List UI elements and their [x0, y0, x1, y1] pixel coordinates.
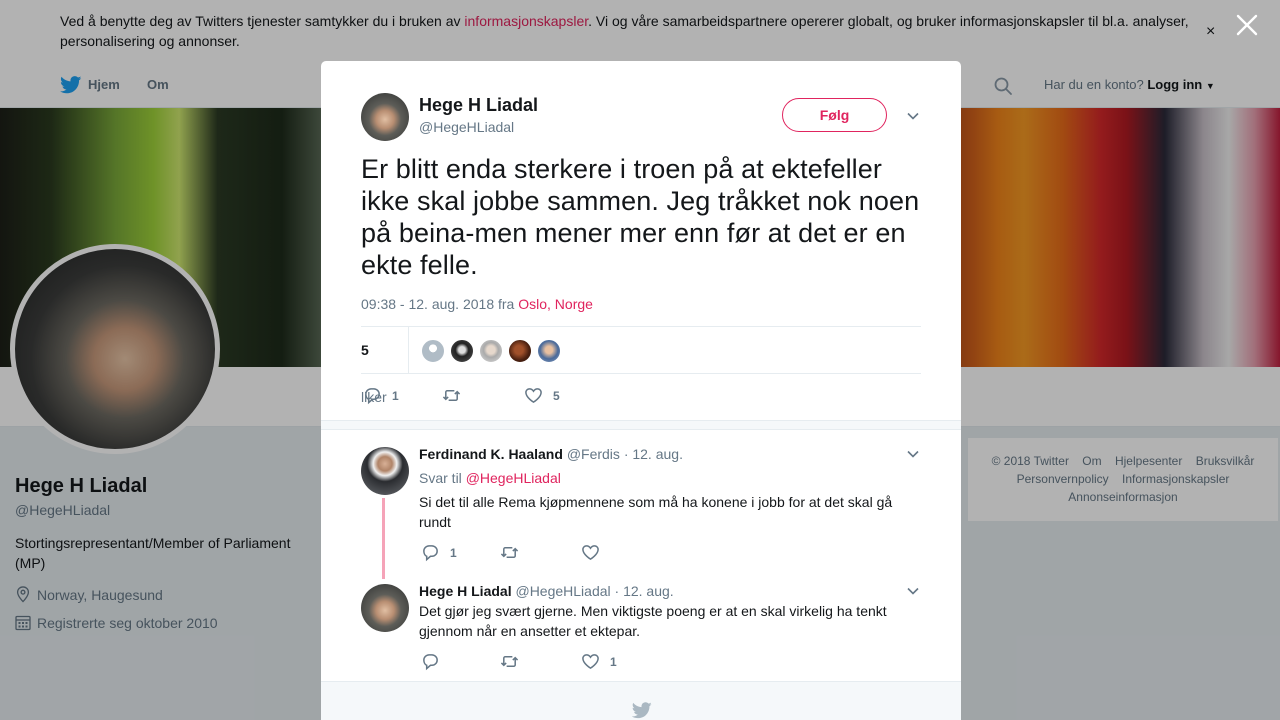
like-button[interactable]: 5	[524, 386, 560, 405]
reply-avatar[interactable]	[361, 584, 409, 632]
reply-text: Det gjør jeg svært gjerne. Men viktigste…	[419, 603, 887, 639]
reply-button[interactable]	[421, 652, 440, 671]
chevron-down-icon[interactable]	[906, 447, 920, 461]
tweet-location-link[interactable]: Oslo, Norge	[518, 296, 593, 312]
like-button[interactable]	[581, 543, 600, 562]
tweet-time: 09:38 - 12. aug. 2018 fra	[361, 296, 519, 312]
thread-connector-line	[382, 498, 385, 579]
reply-to-line: Svar til @HegeHLiadal	[419, 470, 561, 486]
reply-author-name[interactable]: Hege H Liadal	[419, 583, 512, 599]
retweet-icon	[500, 655, 519, 668]
tweet-stats: 5 liker	[361, 326, 921, 405]
liker-avatar[interactable]	[537, 339, 561, 363]
close-icon[interactable]	[1234, 12, 1260, 38]
reply-to-handle-link[interactable]: @HegeHLiadal	[466, 470, 561, 486]
reply-header: Ferdinand K. Haaland @Ferdis · 12. aug.	[419, 446, 683, 462]
likes-count: 5	[361, 342, 369, 358]
reply-date[interactable]: · 12. aug.	[615, 583, 674, 599]
reply-author-name[interactable]: Ferdinand K. Haaland	[419, 446, 563, 462]
like-count: 1	[610, 654, 617, 669]
chevron-down-icon[interactable]	[906, 584, 920, 598]
reply-to-label: Svar til	[419, 470, 462, 486]
replies-divider	[321, 420, 961, 430]
reply-icon	[423, 545, 438, 562]
retweet-button[interactable]	[442, 386, 461, 405]
reply-count: 1	[392, 388, 399, 403]
likes-stat[interactable]: 5 liker	[361, 327, 409, 405]
reply-author-handle[interactable]: @HegeHLiadal	[515, 583, 610, 599]
reply-count: 1	[450, 545, 457, 560]
author-handle[interactable]: @HegeHLiadal	[419, 119, 514, 135]
follow-button[interactable]: Følg	[782, 98, 887, 132]
liker-avatar[interactable]	[508, 339, 532, 363]
author-name[interactable]: Hege H Liadal	[419, 95, 538, 116]
tweet-timestamp: 09:38 - 12. aug. 2018 fra Oslo, Norge	[361, 296, 593, 312]
reply-date[interactable]: · 12. aug.	[624, 446, 683, 462]
twitter-bird-icon	[632, 702, 652, 719]
reply-icon	[365, 388, 380, 405]
modal-footer	[321, 681, 961, 720]
liker-avatar[interactable]	[450, 339, 474, 363]
like-count: 5	[553, 388, 560, 403]
author-avatar[interactable]	[361, 93, 409, 141]
chevron-down-icon[interactable]	[906, 109, 920, 123]
retweet-icon	[500, 546, 519, 559]
liker-avatar[interactable]	[421, 339, 445, 363]
heart-icon	[582, 545, 599, 561]
like-button[interactable]: 1	[581, 652, 617, 671]
reply-button[interactable]: 1	[363, 386, 399, 405]
reply-text: Si det til alle Rema kjøpmennene som må …	[419, 494, 893, 530]
tweet-text: Er blitt enda sterkere i troen på at ekt…	[361, 154, 920, 280]
retweet-button[interactable]	[500, 543, 519, 562]
reply-header: Hege H Liadal @HegeHLiadal · 12. aug.	[419, 583, 674, 599]
reply-author-handle[interactable]: @Ferdis	[567, 446, 620, 462]
tweet-modal: Hege H Liadal @HegeHLiadal Følg Er blitt…	[321, 61, 961, 720]
reply-avatar[interactable]	[361, 447, 409, 495]
liker-avatar[interactable]	[479, 339, 503, 363]
reply-button[interactable]: 1	[421, 543, 457, 562]
reply-icon	[423, 654, 438, 671]
heart-icon	[582, 654, 599, 670]
retweet-icon	[442, 389, 461, 402]
heart-icon	[525, 388, 542, 404]
retweet-button[interactable]	[500, 652, 519, 671]
